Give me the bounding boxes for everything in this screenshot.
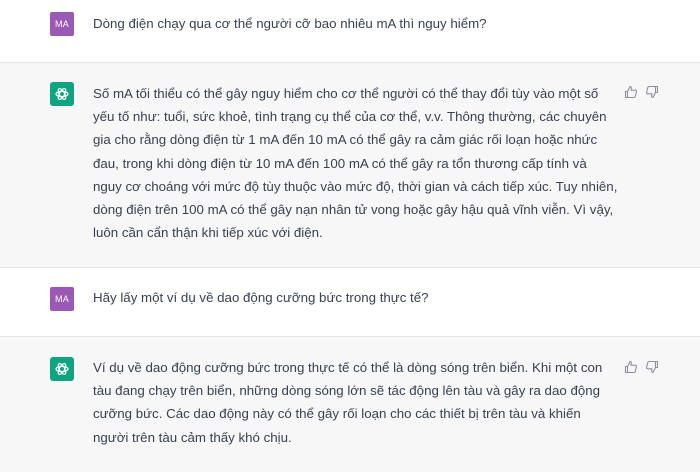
assistant-message-text: Ví dụ về dao động cưỡng bức trong thực t… bbox=[93, 360, 603, 445]
thumbs-up-icon[interactable] bbox=[624, 360, 638, 374]
user-message: MA Dòng điện chạy qua cơ thể người cỡ ba… bbox=[0, 0, 700, 62]
user-message-text: Dòng điện chạy qua cơ thể người cỡ bao n… bbox=[93, 16, 487, 31]
thumbs-down-icon[interactable] bbox=[645, 360, 659, 374]
user-avatar-initials: MA bbox=[55, 19, 69, 29]
assistant-message: Ví dụ về dao động cưỡng bức trong thực t… bbox=[0, 336, 700, 472]
user-message-text: Hãy lấy một ví dụ về dao động cưỡng bức … bbox=[93, 290, 429, 305]
user-message: MA Hãy lấy một ví dụ về dao động cưỡng b… bbox=[0, 268, 700, 336]
chatgpt-logo-icon bbox=[50, 82, 74, 106]
user-avatar-initials: MA bbox=[55, 294, 69, 304]
user-avatar: MA bbox=[50, 12, 74, 36]
feedback-actions bbox=[624, 360, 659, 374]
feedback-actions bbox=[624, 85, 659, 99]
user-avatar: MA bbox=[50, 287, 74, 311]
chatgpt-logo-icon bbox=[50, 357, 74, 381]
thumbs-down-icon[interactable] bbox=[645, 85, 659, 99]
chat-thread: MA Dòng điện chạy qua cơ thể người cỡ ba… bbox=[0, 0, 700, 472]
assistant-message: Số mA tối thiểu có thể gây nguy hiểm cho… bbox=[0, 62, 700, 268]
thumbs-up-icon[interactable] bbox=[624, 85, 638, 99]
assistant-message-text: Số mA tối thiểu có thể gây nguy hiểm cho… bbox=[93, 86, 618, 241]
